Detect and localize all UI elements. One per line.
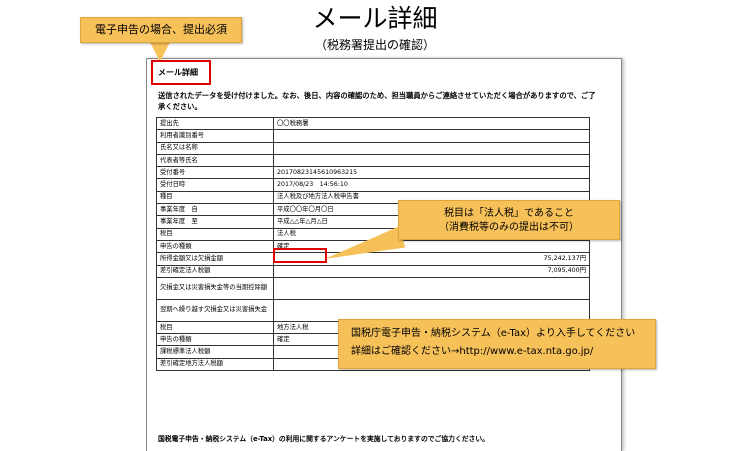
row-label: 欠損金又は災害損失金等の当期控除額	[156, 276, 274, 300]
table-row: 利用者識別番号	[156, 129, 590, 143]
table-row: 差引確定法人税額 7,095,400円	[156, 264, 590, 278]
row-label: 申告の種類	[156, 333, 274, 347]
document-footer-note: 国税電子申告・納税システム（e-Tax）の利用に関するアンケートを実施しておりま…	[158, 435, 489, 443]
row-value: 7,095,400円	[273, 264, 590, 278]
row-label: 税目	[156, 320, 274, 335]
row-label: 事業年度 自	[156, 203, 274, 217]
callout-top-arrow	[150, 42, 170, 62]
row-label: 種目	[156, 190, 274, 205]
table-row: 氏名又は名称	[156, 141, 590, 155]
table-row: 代表者等氏名	[156, 153, 590, 168]
row-value: 20170823145610963215	[273, 166, 590, 180]
row-label: 所得金額又は欠損金額	[156, 252, 274, 266]
row-label: 申告の種類	[156, 239, 274, 254]
row-value	[273, 129, 590, 143]
row-value	[273, 276, 590, 300]
heading-highlight-box	[151, 60, 211, 85]
callout-tax-type-line1: 税目は「法人税」であること	[444, 208, 574, 219]
row-value	[273, 153, 590, 168]
row-label: 利用者識別番号	[156, 129, 274, 143]
callout-electronic-filing: 電子申告の場合、提出必須	[80, 17, 242, 43]
tax-type-highlight-box	[273, 248, 327, 263]
row-label: 提出先	[156, 116, 274, 131]
row-label: 課税標準法人税額	[156, 345, 274, 359]
row-value	[273, 141, 590, 155]
document-intro: 送信されたデータを受け付けました。なお、後日、内容の確認のため、担当職員からご連…	[158, 91, 596, 111]
table-row: 受付日時 2017/08/23 14:56:10	[156, 178, 590, 192]
row-value: 〇〇税務署	[273, 116, 590, 131]
row-label: 事業年度 至	[156, 215, 274, 229]
callout-tax-type: 税目は「法人税」であること （消費税等のみの提出は不可）	[398, 200, 620, 240]
row-value: 2017/08/23 14:56:10	[273, 178, 590, 192]
table-row: 欠損金又は災害損失金等の当期控除額	[156, 276, 590, 300]
callout-etax-info: 国税庁電子申告・納税システム（e-Tax）より入手してください 詳細はご確認くだ…	[338, 319, 656, 369]
row-label: 翌期へ繰り越す欠損金又は災害損失金	[156, 298, 274, 322]
table-row: 受付番号 20170823145610963215	[156, 166, 590, 180]
row-label: 氏名又は名称	[156, 141, 274, 155]
row-label: 代表者等氏名	[156, 153, 274, 168]
row-label: 差引確定法人税額	[156, 264, 274, 278]
row-label: 税目	[156, 227, 274, 241]
callout-etax-line2: 詳細はご確認ください→http://www.e-tax.nta.go.jp/	[351, 346, 594, 357]
row-label: 受付番号	[156, 166, 274, 180]
table-row: 提出先 〇〇税務署	[156, 116, 590, 131]
callout-tax-type-line2: （消費税等のみの提出は不可）	[439, 222, 579, 233]
row-label: 受付日時	[156, 178, 274, 192]
row-label: 差引確定地方法人税額	[156, 357, 274, 372]
callout-etax-line1: 国税庁電子申告・納税システム（e-Tax）より入手してください	[351, 328, 636, 339]
